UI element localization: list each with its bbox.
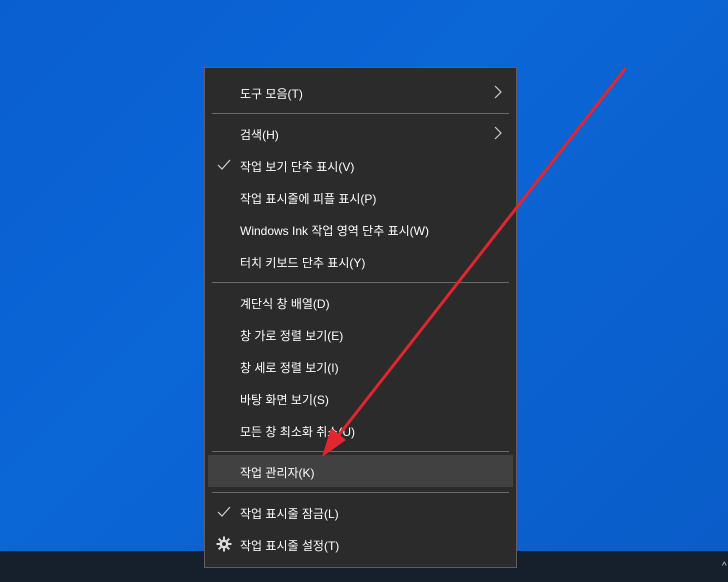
menu-item-taskbar-settings[interactable]: 작업 표시줄 설정(T): [208, 528, 513, 560]
menu-item-label: 작업 표시줄 잠금(L): [240, 507, 339, 521]
menu-item-label: 터치 키보드 단추 표시(Y): [240, 256, 366, 270]
menu-separator: [212, 492, 509, 493]
menu-item-stacked-windows[interactable]: 창 가로 정렬 보기(E): [208, 318, 513, 350]
menu-item-show-windows-ink[interactable]: Windows Ink 작업 영역 단추 표시(W): [208, 213, 513, 245]
menu-item-label: 작업 보기 단추 표시(V): [240, 160, 355, 174]
chevron-right-icon: [494, 126, 502, 140]
menu-item-label: 모든 창 최소화 취소(U): [240, 425, 355, 439]
menu-item-label: 계단식 창 배열(D): [240, 297, 330, 311]
taskbar-context-menu: 도구 모음(T) 검색(H) 작업 보기 단추 표시(V) 작업 표시줄에 피플…: [204, 67, 517, 568]
checkmark-icon: [217, 506, 231, 517]
menu-item-label: 바탕 화면 보기(S): [240, 393, 329, 407]
menu-item-label: 도구 모음(T): [240, 87, 303, 101]
menu-separator: [212, 113, 509, 114]
menu-item-show-task-view[interactable]: 작업 보기 단추 표시(V): [208, 149, 513, 181]
menu-item-show-desktop[interactable]: 바탕 화면 보기(S): [208, 382, 513, 414]
menu-item-label: 검색(H): [240, 128, 279, 142]
checkmark-icon: [217, 159, 231, 170]
menu-item-show-touch-keyboard[interactable]: 터치 키보드 단추 표시(Y): [208, 245, 513, 277]
menu-item-side-by-side-windows[interactable]: 창 세로 정렬 보기(I): [208, 350, 513, 382]
menu-item-label: 작업 관리자(K): [240, 466, 315, 480]
tray-chevron-icon[interactable]: ^: [722, 562, 728, 572]
menu-item-label: 창 가로 정렬 보기(E): [240, 329, 344, 343]
gear-icon: [216, 536, 232, 552]
menu-item-label: Windows Ink 작업 영역 단추 표시(W): [240, 224, 429, 238]
menu-item-lock-taskbar[interactable]: 작업 표시줄 잠금(L): [208, 496, 513, 528]
menu-item-label: 작업 표시줄에 피플 표시(P): [240, 192, 377, 206]
menu-item-label: 창 세로 정렬 보기(I): [240, 361, 339, 375]
menu-item-task-manager[interactable]: 작업 관리자(K): [208, 455, 513, 487]
menu-item-cascade-windows[interactable]: 계단식 창 배열(D): [208, 286, 513, 318]
menu-item-show-people[interactable]: 작업 표시줄에 피플 표시(P): [208, 181, 513, 213]
menu-item-undo-minimize-all[interactable]: 모든 창 최소화 취소(U): [208, 414, 513, 446]
chevron-right-icon: [494, 85, 502, 99]
menu-item-search[interactable]: 검색(H): [208, 117, 513, 149]
menu-item-toolbars[interactable]: 도구 모음(T): [208, 76, 513, 108]
menu-separator: [212, 451, 509, 452]
menu-separator: [212, 282, 509, 283]
menu-item-label: 작업 표시줄 설정(T): [240, 539, 340, 553]
